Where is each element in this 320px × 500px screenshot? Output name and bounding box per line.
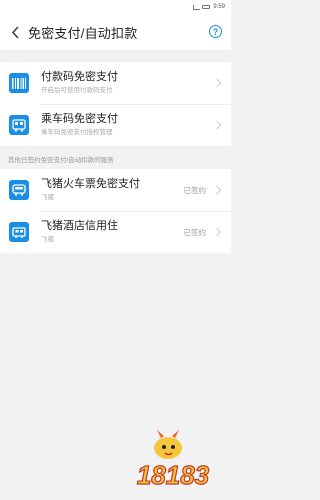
item-subtitle: 飞猪 xyxy=(41,236,54,243)
chevron-right-icon xyxy=(212,227,222,237)
train-icon xyxy=(9,180,29,200)
chevron-right-icon xyxy=(212,120,222,130)
back-arrow-icon xyxy=(11,25,19,39)
signed-services-group: 飞猪火车票免密支付 飞猪 已签约 飞猪酒店信用住 飞猪 已签约 xyxy=(0,169,231,253)
list-item-hotel[interactable]: 飞猪酒店信用住 飞猪 已签约 xyxy=(0,211,231,253)
back-button[interactable] xyxy=(8,25,22,39)
list-item-payment-code[interactable]: 付款码免密支付 开启后可使用付款码支付 xyxy=(0,62,231,104)
signal-icon xyxy=(193,4,201,10)
list-item-bus-code[interactable]: 乘车码免密支付 乘车码免密支付授权管理 xyxy=(0,104,231,146)
item-title: 飞猪酒店信用住 xyxy=(41,220,118,232)
payment-code-group: 付款码免密支付 开启后可使用付款码支付 乘车码免密支付 乘车码免密支付授权管理 xyxy=(0,62,231,146)
item-subtitle: 飞猪 xyxy=(41,194,54,201)
page-title: 免密支付/自动扣款 xyxy=(28,25,138,41)
watermark-text: 18183 xyxy=(137,460,210,490)
status-badge: 已签约 xyxy=(183,227,207,237)
watermark-logo: 18183 xyxy=(136,430,210,491)
status-icons xyxy=(193,4,211,10)
chevron-right-icon xyxy=(212,185,222,195)
chevron-right-icon xyxy=(212,78,222,88)
item-title: 付款码免密支付 xyxy=(41,71,118,83)
hotel-icon xyxy=(9,222,29,242)
list-item-train-ticket[interactable]: 飞猪火车票免密支付 飞猪 已签约 xyxy=(0,169,231,211)
barcode-icon xyxy=(9,73,29,93)
help-icon: ? xyxy=(212,26,219,37)
item-subtitle: 开启后可使用付款码支付 xyxy=(41,87,113,94)
item-subtitle: 乘车码免密支付授权管理 xyxy=(41,129,113,136)
help-button[interactable]: ? xyxy=(209,25,222,38)
item-title: 乘车码免密支付 xyxy=(41,113,118,125)
status-time: 9:59 xyxy=(213,4,225,10)
status-bar: 9:59 xyxy=(0,0,231,14)
battery-icon xyxy=(202,5,211,9)
status-badge: 已签约 xyxy=(183,185,207,195)
bus-card-icon xyxy=(9,115,29,135)
section-label: 其他已签约免密支付/自动扣款的服务 xyxy=(8,157,114,164)
item-title: 飞猪火车票免密支付 xyxy=(41,178,140,190)
nav-bar: 免密支付/自动扣款 ? xyxy=(0,14,231,50)
